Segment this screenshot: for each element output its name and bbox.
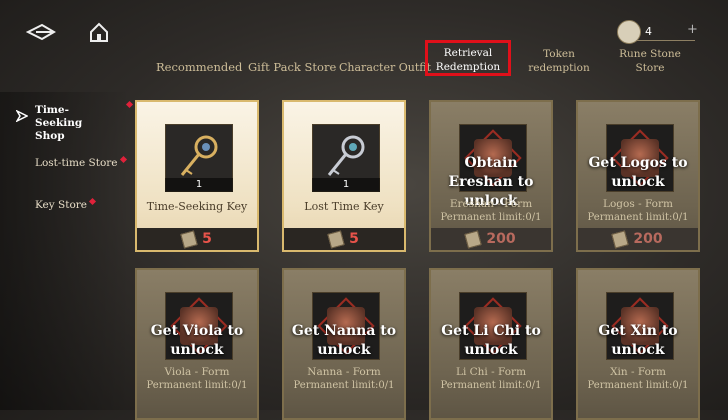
item-name: Time-Seeking Key xyxy=(146,200,248,213)
add-currency-button[interactable]: + xyxy=(687,22,698,37)
purchase-limit: Permanent limit:0/1 xyxy=(146,380,248,391)
item-price: 200 xyxy=(633,231,663,247)
price-tag: 200 xyxy=(431,228,551,250)
sidebar-item-time-seeking-shop[interactable]: Time-Seeking Shop xyxy=(35,104,115,143)
price-tag: 5 xyxy=(137,228,257,250)
shop-item-card[interactable]: 1 Time-Seeking Key 5 xyxy=(135,100,259,252)
sidebar-item-label: Lost-time Store xyxy=(35,157,118,169)
purchase-limit: Permanent limit:0/1 xyxy=(440,380,542,391)
unlock-requirement: Get Viola to unlock xyxy=(150,323,244,358)
locked-item-card[interactable]: Get Viola to unlock Viola - Form Permane… xyxy=(135,268,259,420)
sidebar-item-label: Key Store xyxy=(35,199,88,211)
tab-rune-stone-store[interactable]: Rune Stone Store xyxy=(614,47,686,75)
key-currency-icon xyxy=(617,20,641,44)
item-quantity: 1 xyxy=(165,178,233,192)
item-name: Lost Time Key xyxy=(304,200,384,213)
shop-item-card[interactable]: 1 Lost Time Key 5 xyxy=(282,100,406,252)
unlock-requirement: Get Xin to unlock xyxy=(598,323,678,358)
item-name: Viola - Form xyxy=(164,366,230,378)
purchase-limit: Permanent limit:0/1 xyxy=(587,380,689,391)
purchase-limit: Permanent limit:0/1 xyxy=(587,212,689,223)
sidebar-item-lost-time-store[interactable]: Lost-time Store xyxy=(35,155,127,170)
item-name: Logos - Form xyxy=(603,198,673,210)
key-currency-icon xyxy=(611,229,630,249)
tab-character-outfit[interactable]: Character Outfit xyxy=(339,61,431,75)
back-arrow-icon[interactable] xyxy=(26,22,56,42)
sidebar: Time-Seeking Shop Lost-time Store Key St… xyxy=(0,92,134,410)
key-currency-icon xyxy=(464,229,483,249)
item-name: Li Chi - Form xyxy=(455,366,527,378)
tab-gift-pack-store[interactable]: Gift Pack Store xyxy=(248,60,336,74)
tab-token-redemption[interactable]: Token redemption xyxy=(524,47,594,75)
locked-item-card[interactable]: Get Logos to unlock Logos - Form Permane… xyxy=(576,100,700,252)
sidebar-item-key-store[interactable]: Key Store xyxy=(35,197,97,212)
key-currency-icon xyxy=(327,229,345,249)
selected-arrow-icon xyxy=(16,110,28,122)
currency-bar xyxy=(633,30,695,41)
locked-item-card[interactable]: Get Xin to unlock Xin - Form Permanent l… xyxy=(576,268,700,420)
item-name: Ereshan - Form xyxy=(449,198,533,210)
tab-recommended[interactable]: Recommended xyxy=(156,60,242,74)
notification-dot xyxy=(119,155,127,164)
active-tab-highlight xyxy=(425,40,511,76)
item-quantity: 1 xyxy=(312,178,380,192)
purchase-limit: Permanent limit:0/1 xyxy=(440,212,542,223)
top-bar: Recommended Gift Pack Store Character Ou… xyxy=(0,0,728,90)
currency-counter: 4 + xyxy=(617,20,707,44)
key-currency-icon xyxy=(180,229,198,249)
currency-amount: 4 xyxy=(645,25,652,38)
item-name: Xin - Form xyxy=(610,366,666,378)
price-tag: 200 xyxy=(578,228,698,250)
item-price: 5 xyxy=(202,231,212,247)
locked-item-card[interactable]: Get Li Chi to unlock Li Chi - Form Perma… xyxy=(429,268,553,420)
locked-item-card[interactable]: Obtain Ereshan to unlock Ereshan - Form … xyxy=(429,100,553,252)
unlock-requirement: Get Logos to unlock xyxy=(588,155,688,190)
item-price: 5 xyxy=(349,231,359,247)
unlock-requirement: Get Nanna to unlock xyxy=(291,323,397,358)
price-tag: 5 xyxy=(284,228,404,250)
notification-dot xyxy=(125,100,134,109)
home-icon[interactable] xyxy=(88,22,110,42)
item-price: 200 xyxy=(486,231,516,247)
locked-item-card[interactable]: Get Nanna to unlock Nanna - Form Permane… xyxy=(282,268,406,420)
sidebar-item-label: Time-Seeking Shop xyxy=(35,104,83,142)
notification-dot xyxy=(88,197,97,206)
purchase-limit: Permanent limit:0/1 xyxy=(293,380,395,391)
unlock-requirement: Get Li Chi to unlock xyxy=(441,323,541,358)
item-name: Nanna - Form xyxy=(307,366,381,378)
